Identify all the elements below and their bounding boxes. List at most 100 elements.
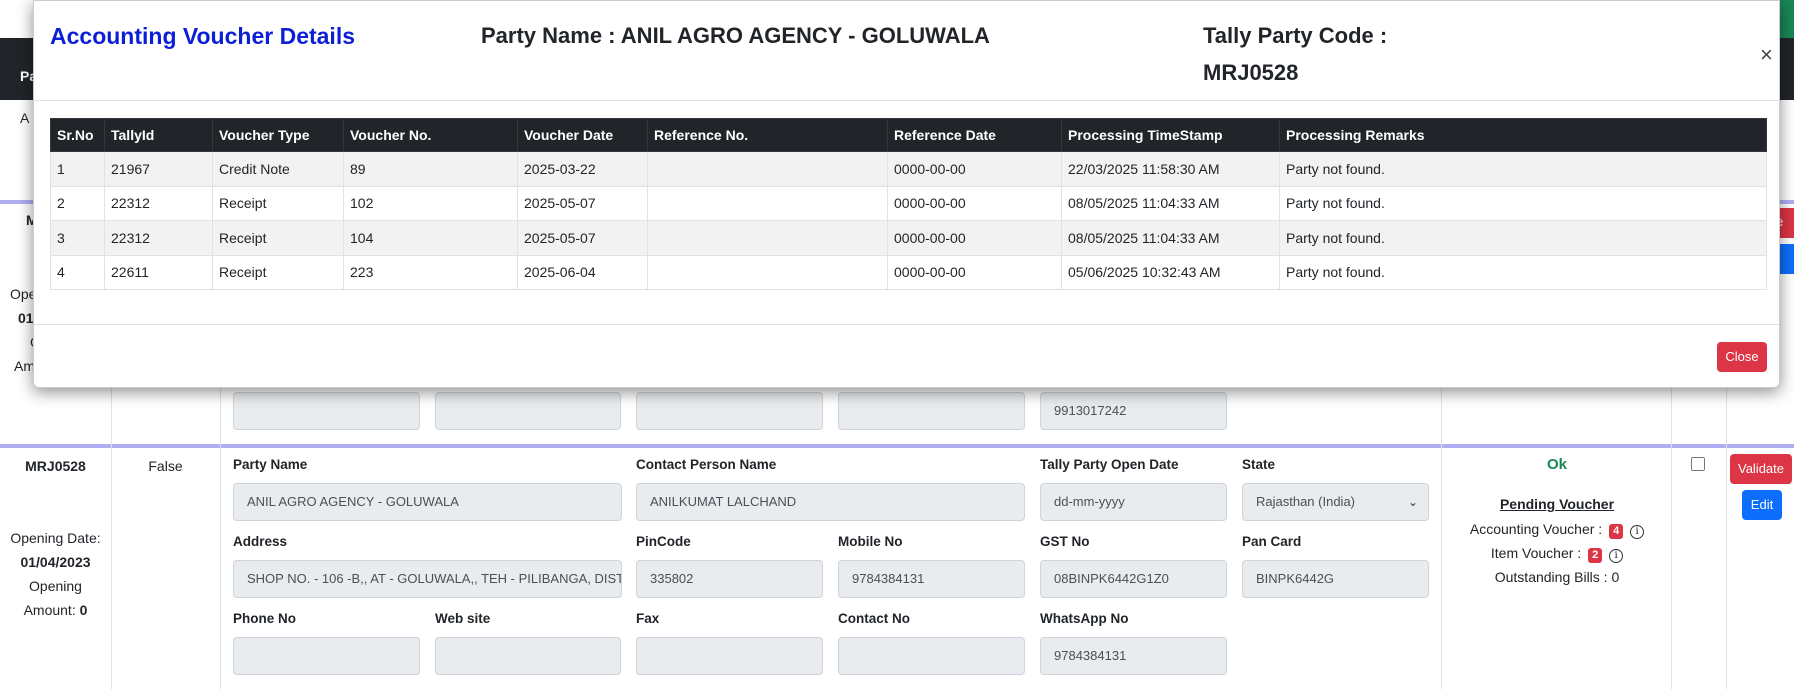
item-voucher-count-badge: 2 xyxy=(1588,548,1603,563)
table-cell: 102 xyxy=(343,185,518,221)
table-cell: 3 xyxy=(50,220,105,256)
amount-value: 0 xyxy=(79,602,88,618)
table-cell: 0000-00-00 xyxy=(887,185,1062,221)
prev-whatsapp-field[interactable]: 9913017242 xyxy=(1040,392,1227,430)
accounting-voucher-label: Accounting Voucher : xyxy=(1469,521,1603,537)
table-header-row: Sr.No TallyId Voucher Type Voucher No. V… xyxy=(50,118,1767,152)
phone-field[interactable] xyxy=(233,637,420,675)
prev-phone-field[interactable] xyxy=(233,392,420,430)
modal-divider xyxy=(34,100,1779,101)
opening-label: Opening xyxy=(29,578,82,594)
phone-label: Phone No xyxy=(233,611,296,626)
contact-no-field[interactable] xyxy=(838,637,1025,675)
row-select-checkbox[interactable] xyxy=(1691,457,1705,471)
pan-label: Pan Card xyxy=(1242,534,1302,549)
table-cell: Party not found. xyxy=(1279,254,1767,290)
amount-label: Amount: xyxy=(23,602,76,618)
table-cell: 1 xyxy=(50,151,105,187)
table-cell: 2025-05-07 xyxy=(517,220,648,256)
table-cell: Receipt xyxy=(212,185,344,221)
state-label: State xyxy=(1242,457,1276,472)
outstanding-bills: Outstanding Bills : 0 xyxy=(1494,569,1620,585)
info-icon[interactable]: i xyxy=(1609,549,1624,563)
website-field[interactable] xyxy=(435,637,621,675)
open-date-field[interactable]: dd-mm-yyyy xyxy=(1040,483,1227,521)
pincode-label: PinCode xyxy=(636,534,691,549)
address-label: Address xyxy=(233,534,288,549)
website-label: Web site xyxy=(435,611,491,626)
table-cell: 22312 xyxy=(104,185,213,221)
active-flag: False xyxy=(148,458,183,474)
opening-date-label: Opening Date: xyxy=(10,530,101,546)
page: Pa A M Open 01 O Am e 9913017242 MRJ0528… xyxy=(0,0,1794,689)
party-name-field[interactable]: ANIL AGRO AGENCY - GOLUWALA xyxy=(233,483,622,521)
pan-field[interactable]: BINPK6442G xyxy=(1242,560,1429,598)
table-cell xyxy=(647,254,888,290)
state-select-value: Rajasthan (India) xyxy=(1256,494,1355,509)
tally-code-label: Tally Party Code : xyxy=(1203,23,1388,48)
table-row: 2 22312 Receipt 102 2025-05-07 0000-00-0… xyxy=(50,185,1767,221)
modal-party-name: Party Name : ANIL AGRO AGENCY - GOLUWALA xyxy=(481,23,990,48)
column-header: Voucher No. xyxy=(343,118,518,152)
prev-row-partial-a: A xyxy=(20,110,30,126)
table-cell: Receipt xyxy=(212,254,344,290)
table-cell: Party not found. xyxy=(1279,185,1767,221)
table-cell: Party not found. xyxy=(1279,220,1767,256)
table-cell: 22312 xyxy=(104,220,213,256)
column-header: TallyId xyxy=(104,118,213,152)
table-row: 4 22611 Receipt 223 2025-06-04 0000-00-0… xyxy=(50,254,1767,290)
opening-amount: Amount: 0 xyxy=(0,598,111,622)
prev-website-field[interactable] xyxy=(435,392,621,430)
table-cell: Receipt xyxy=(212,220,344,256)
whatsapp-field[interactable]: 9784384131 xyxy=(1040,637,1227,675)
item-voucher-label: Item Voucher : xyxy=(1490,545,1582,561)
address-field[interactable]: SHOP NO. - 106 -B,, AT - GOLUWALA,, TEH … xyxy=(233,560,622,598)
column-header: Processing Remarks xyxy=(1279,118,1767,152)
table-cell xyxy=(647,151,888,187)
contact-person-field[interactable]: ANILKUMAT LALCHAND xyxy=(636,483,1025,521)
table-cell: 08/05/2025 11:04:33 AM xyxy=(1061,220,1280,256)
party-name-label: Party Name xyxy=(233,457,308,472)
pincode-field[interactable]: 335802 xyxy=(636,560,823,598)
table-cell: 2025-03-22 xyxy=(517,151,648,187)
accounting-voucher-line: Accounting Voucher : 4 i xyxy=(1442,521,1672,539)
state-select[interactable]: Rajasthan (India) ⌄ xyxy=(1242,483,1429,521)
info-icon[interactable]: i xyxy=(1630,525,1645,539)
column-header: Voucher Date xyxy=(517,118,648,152)
close-button[interactable]: Close xyxy=(1717,342,1767,372)
prev-contact-no-field[interactable] xyxy=(838,392,1025,430)
table-cell: 0000-00-00 xyxy=(887,151,1062,187)
table-cell: 4 xyxy=(50,254,105,290)
accounting-voucher-count-badge: 4 xyxy=(1609,524,1624,539)
chevron-down-icon: ⌄ xyxy=(1407,495,1418,509)
column-header: Processing TimeStamp xyxy=(1061,118,1280,152)
table-row: 1 21967 Credit Note 89 2025-03-22 0000-0… xyxy=(50,151,1767,187)
table-cell: 08/05/2025 11:04:33 AM xyxy=(1061,185,1280,221)
close-icon[interactable]: × xyxy=(1760,44,1773,66)
mobile-field[interactable]: 9784384131 xyxy=(838,560,1025,598)
table-cell: 0000-00-00 xyxy=(887,254,1062,290)
party-code: MRJ0528 xyxy=(25,458,86,474)
table-cell xyxy=(647,220,888,256)
contact-person-label: Contact Person Name xyxy=(636,457,777,472)
table-cell: 104 xyxy=(343,220,518,256)
voucher-table: Sr.No TallyId Voucher Type Voucher No. V… xyxy=(50,118,1767,290)
column-header: Reference No. xyxy=(647,118,888,152)
gst-field[interactable]: 08BINPK6442G1Z0 xyxy=(1040,560,1227,598)
modal-footer-divider xyxy=(34,324,1779,325)
table-cell: 22/03/2025 11:58:30 AM xyxy=(1061,151,1280,187)
table-cell: Party not found. xyxy=(1279,151,1767,187)
column-header: Reference Date xyxy=(887,118,1062,152)
pending-voucher-title: Pending Voucher xyxy=(1499,496,1615,512)
table-cell: 89 xyxy=(343,151,518,187)
status-badge: Ok xyxy=(1546,456,1567,473)
table-cell xyxy=(647,185,888,221)
validate-button[interactable]: Validate xyxy=(1730,454,1792,484)
prev-fax-field[interactable] xyxy=(636,392,823,430)
edit-button[interactable]: Edit xyxy=(1742,490,1782,520)
table-cell: Credit Note xyxy=(212,151,344,187)
table-cell: 0000-00-00 xyxy=(887,220,1062,256)
row-separator xyxy=(0,444,1794,448)
fax-field[interactable] xyxy=(636,637,823,675)
gst-label: GST No xyxy=(1040,534,1090,549)
